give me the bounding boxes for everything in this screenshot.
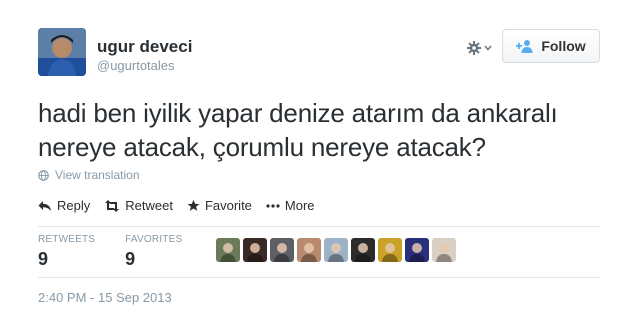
favoriter-4-avatar[interactable] (297, 238, 321, 262)
favoriter-7-avatar[interactable] (378, 238, 402, 262)
user-avatar-icon (378, 238, 402, 262)
favorites-stat[interactable]: FAVORITES 9 (125, 234, 182, 270)
user-avatar-icon (432, 238, 456, 262)
tweet-actions: Reply Retweet Favorite More (38, 198, 329, 213)
star-icon (187, 199, 200, 211)
favoriter-9-avatar[interactable] (432, 238, 456, 262)
follow-label: Follow (541, 38, 586, 54)
favoriter-5-avatar[interactable] (324, 238, 348, 262)
favoriter-1-avatar[interactable] (216, 238, 240, 262)
follow-button[interactable]: Follow (502, 29, 600, 63)
reply-button[interactable]: Reply (38, 198, 90, 213)
gear-icon (467, 41, 481, 55)
profile-avatar[interactable] (38, 28, 86, 76)
user-avatar-icon (216, 238, 240, 262)
favorite-label: Favorite (204, 198, 252, 213)
favorites-label: FAVORITES (125, 234, 183, 245)
tweet-text: hadi ben iyilik yapar denize atarım da a… (38, 96, 608, 164)
user-avatar-icon (38, 28, 86, 76)
settings-dropdown[interactable] (466, 38, 496, 58)
retweets-label: RETWEETS (38, 234, 96, 245)
favoriters-list (216, 238, 456, 262)
view-translation-link[interactable]: View translation (38, 168, 140, 182)
user-avatar-icon (324, 238, 348, 262)
retweets-stat[interactable]: RETWEETS 9 (38, 234, 95, 270)
more-label: More (284, 198, 315, 213)
favoriter-2-avatar[interactable] (243, 238, 267, 262)
favorite-button[interactable]: Favorite (187, 198, 252, 213)
reply-icon (38, 200, 51, 211)
reply-label: Reply (57, 198, 91, 213)
divider (38, 277, 600, 278)
user-avatar-icon (243, 238, 267, 262)
retweets-count: 9 (38, 249, 49, 269)
user-avatar-icon (270, 238, 294, 262)
favorites-count: 9 (125, 249, 136, 269)
user-avatar-icon (351, 238, 375, 262)
screen-name[interactable]: @ugurtotales (97, 58, 175, 73)
tweet-stats: RETWEETS 9 FAVORITES 9 (38, 234, 212, 270)
globe-icon (38, 169, 49, 181)
more-button[interactable]: More (266, 198, 315, 213)
retweet-icon (105, 199, 120, 212)
view-translation-label: View translation (55, 168, 140, 182)
favoriter-6-avatar[interactable] (351, 238, 375, 262)
add-user-icon (516, 40, 533, 53)
chevron-down-icon (484, 45, 492, 51)
display-name[interactable]: ugur deveci (97, 37, 192, 57)
tweet-timestamp[interactable]: 2:40 PM - 15 Sep 2013 (38, 290, 172, 305)
favoriter-8-avatar[interactable] (405, 238, 429, 262)
tweet-line: nereye atacak, çorumlu nereye atacak? (38, 132, 486, 162)
retweet-button[interactable]: Retweet (104, 198, 173, 213)
more-dots-icon (266, 203, 280, 208)
divider (38, 226, 600, 227)
retweet-label: Retweet (125, 198, 173, 213)
favoriter-3-avatar[interactable] (270, 238, 294, 262)
tweet-line: hadi ben iyilik yapar denize atarım da a… (38, 98, 558, 128)
user-avatar-icon (405, 238, 429, 262)
user-avatar-icon (297, 238, 321, 262)
